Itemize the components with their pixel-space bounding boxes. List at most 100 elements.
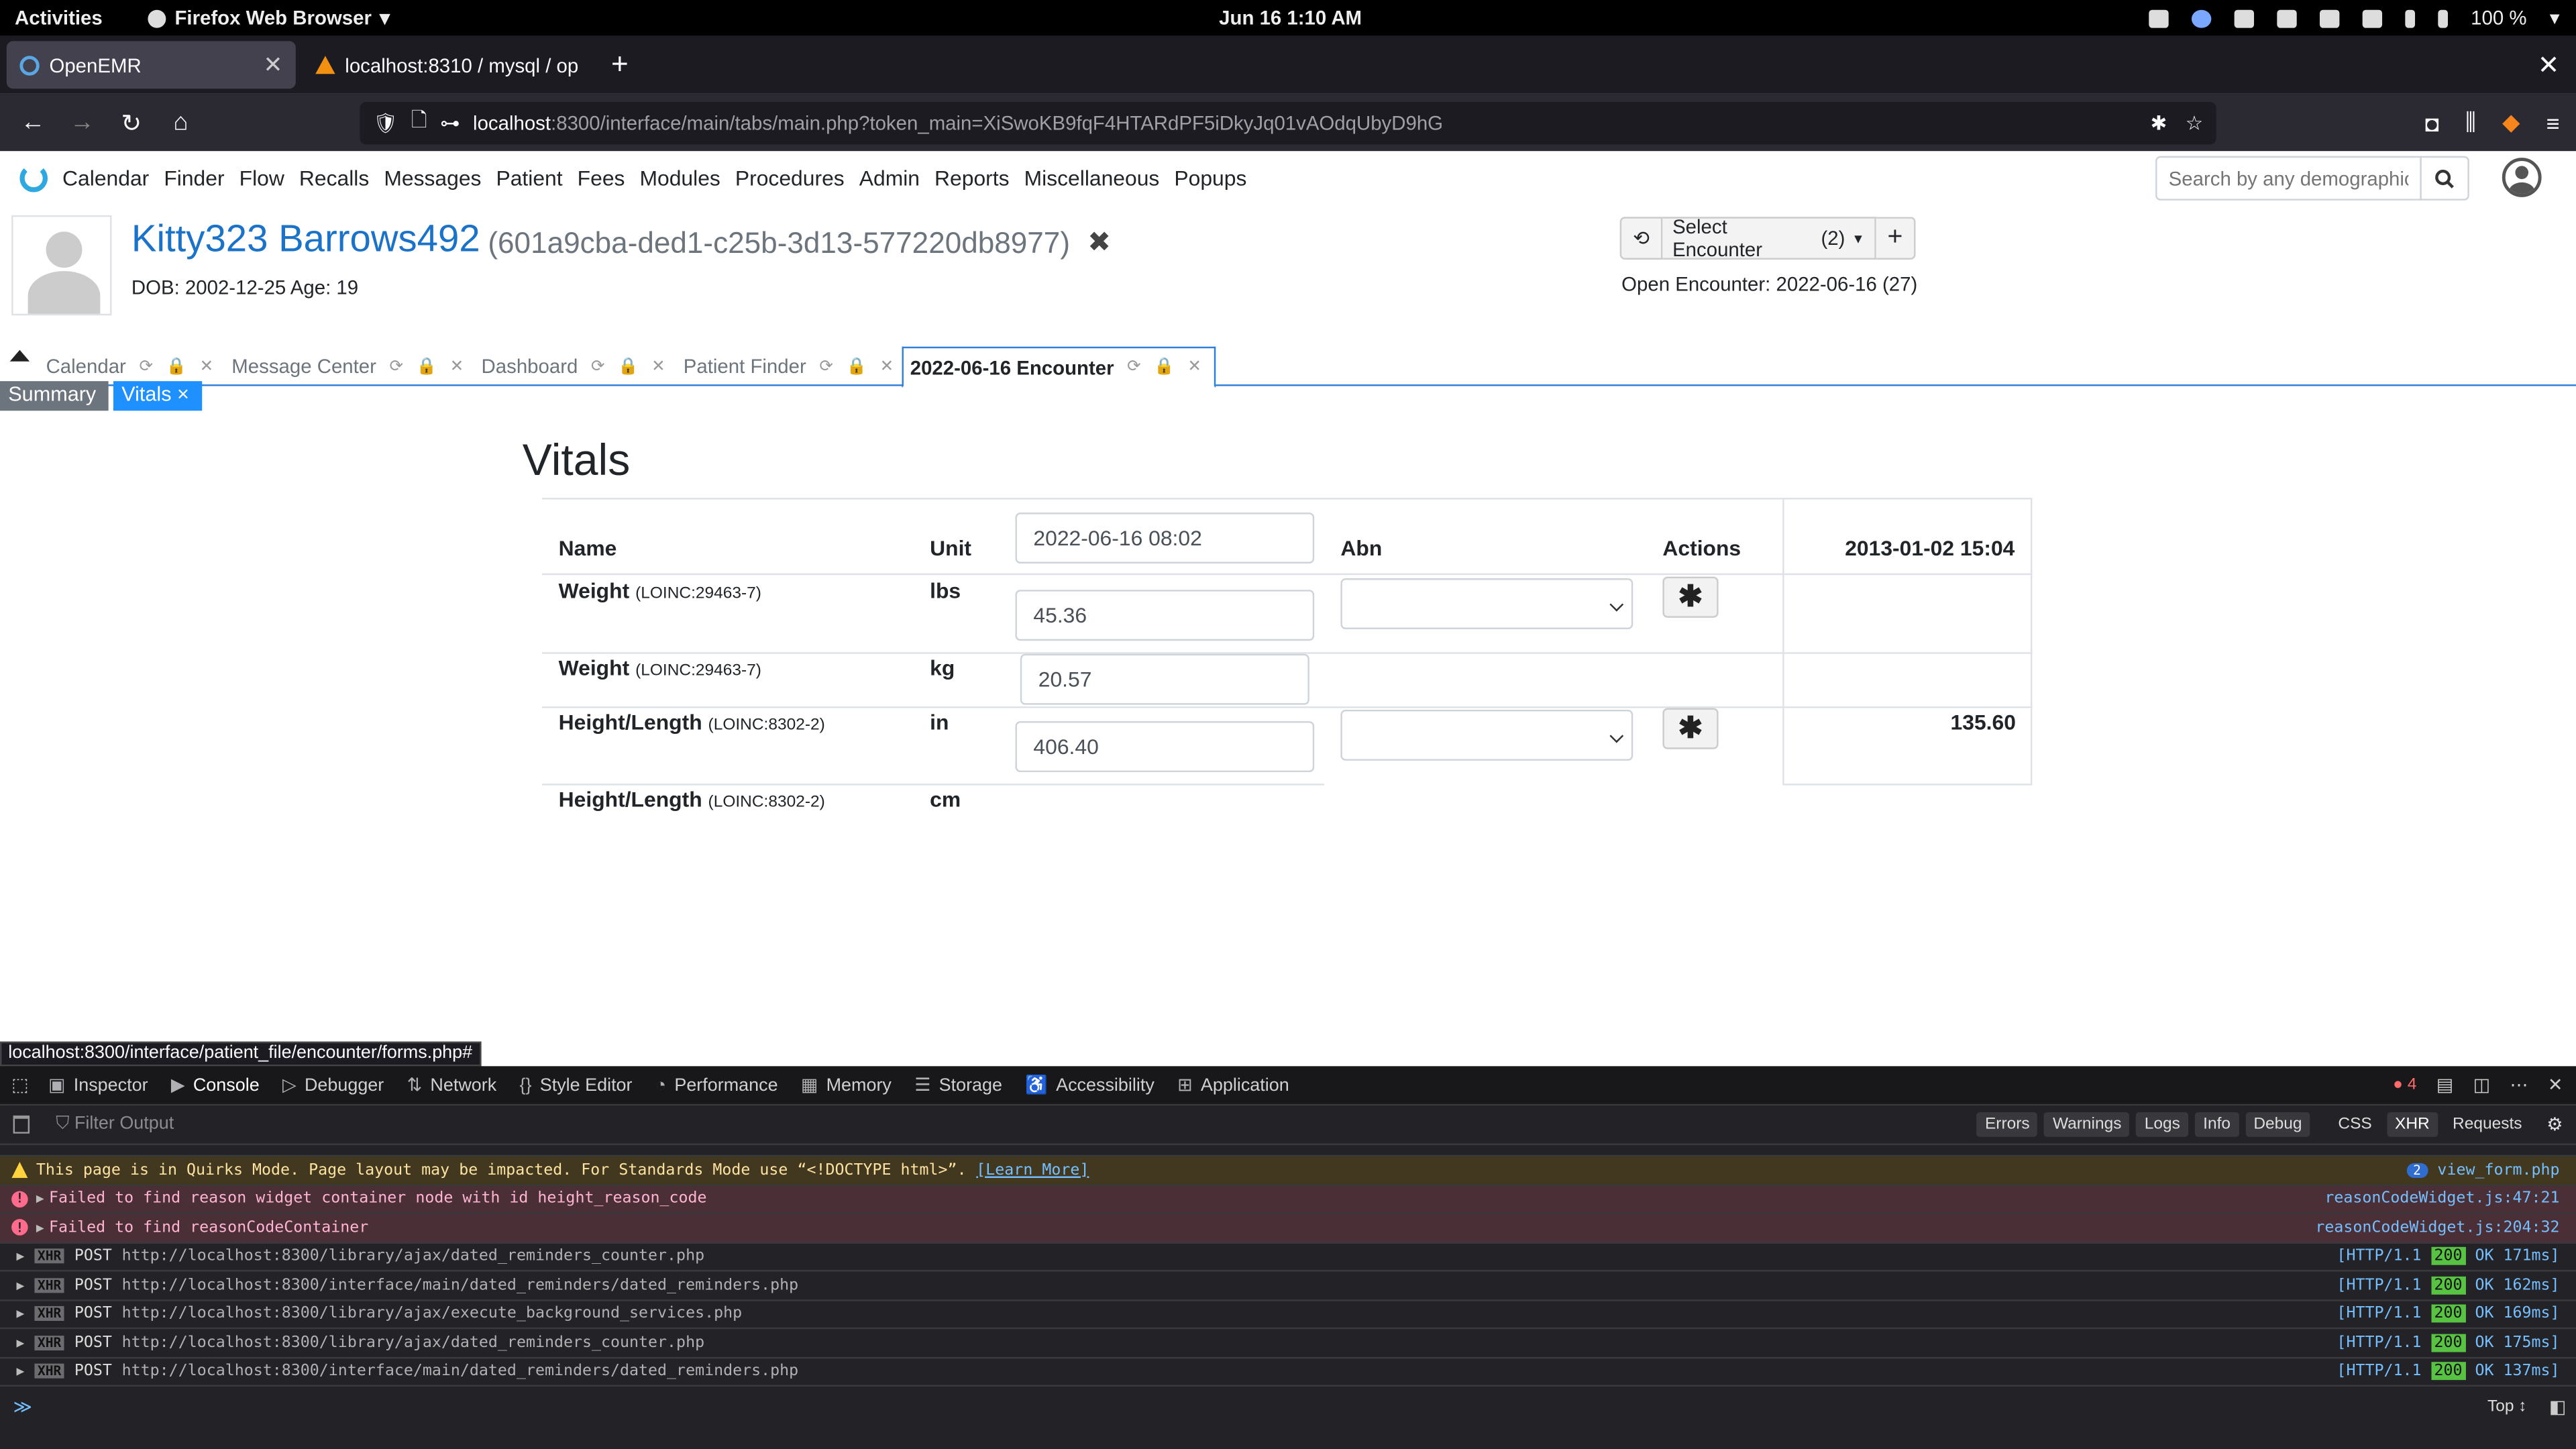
menu-recalls[interactable]: Recalls [299,166,369,191]
devtools-tab-storage[interactable]: ☰ Storage [914,1075,1002,1096]
filter-warnings-button[interactable]: Warnings [2044,1112,2130,1137]
tab-calendar[interactable]: Calendar ⟳ 🔒 ✕ [36,347,214,386]
close-icon[interactable]: ✕ [880,358,894,376]
openemr-logo-icon[interactable] [19,164,48,193]
close-icon[interactable]: ✕ [651,358,665,376]
collapse-header-icon[interactable] [9,350,30,362]
xhr-request-row[interactable]: ▶ XHR POST http://localhost:8300/library… [0,1329,2576,1358]
home-icon[interactable]: ⌂ [158,109,204,137]
xhr-request-row[interactable]: ▶ XHR POST http://localhost:8300/library… [0,1300,2576,1330]
refresh-icon[interactable]: ⟳ [139,358,153,376]
element-picker-icon[interactable]: ⬚ [11,1075,28,1095]
devtools-tab-memory[interactable]: ▦ Memory [801,1075,892,1096]
error-count-badge[interactable]: ● 4 [2393,1076,2416,1094]
tab-encounter[interactable]: 2022-06-16 Encounter ⟳ 🔒 ✕ [902,346,1216,388]
filter-info-button[interactable]: Info [2194,1112,2239,1137]
filter-requests-button[interactable]: Requests [2445,1112,2530,1137]
tab-patient-finder[interactable]: Patient Finder ⟳ 🔒 ✕ [674,347,894,386]
lock-icon[interactable]: 🔒 [618,358,638,376]
tab-message-center[interactable]: Message Center ⟳ 🔒 ✕ [222,347,464,386]
refresh-icon[interactable]: ⟳ [819,358,833,376]
dock-icon[interactable]: ◫ [2473,1075,2490,1095]
weight-kg-input[interactable]: 20.57 [1020,653,1309,705]
devtools-tab-accessibility[interactable]: ♿ Accessibility [1025,1075,1155,1096]
vitals-date-input[interactable]: 2022-06-16 08:02 [1015,513,1315,564]
filter-debug-button[interactable]: Debug [2245,1112,2310,1137]
demographics-search-input[interactable] [2155,156,2422,201]
tab-dashboard[interactable]: Dashboard ⟳ 🔒 ✕ [472,347,665,386]
app-menu[interactable]: Firefox Web Browser ▾ [148,7,390,30]
menu-fees[interactable]: Fees [578,166,625,191]
request-url[interactable]: http://localhost:8300/library/ajax/dated… [122,1247,704,1265]
console-input-line[interactable]: ≫ Top ↕ ◧ [0,1391,2576,1421]
close-icon[interactable]: ✕ [1187,358,1201,376]
menu-miscellaneous[interactable]: Miscellaneous [1024,166,1160,191]
split-console-icon[interactable]: ▤ [2436,1075,2453,1095]
lock-icon[interactable]: 🔒 [166,358,186,376]
lock-icon[interactable]: 🔒 [847,358,867,376]
activities-button[interactable]: Activities [15,7,103,30]
refresh-icon[interactable]: ⟳ [1127,358,1141,376]
height-in-input[interactable]: 406.40 [1015,721,1315,773]
refresh-icon[interactable]: ⟳ [591,358,605,376]
menu-patient[interactable]: Patient [496,166,562,191]
bug-icon[interactable]: ✱ [2151,111,2167,133]
filter-errors-button[interactable]: Errors [1976,1112,2038,1137]
browser-tab-phpmyadmin[interactable]: localhost:8310 / mysql / op [303,41,592,89]
expand-arrow-icon[interactable]: ▶ [16,1364,24,1379]
system-tray[interactable]: 100 % ▾ [2149,7,2560,30]
close-icon[interactable]: ✕ [450,358,464,376]
request-url[interactable]: http://localhost:8300/interface/main/dat… [122,1362,799,1381]
close-patient-icon[interactable]: ✖ [1087,227,1111,260]
subtab-vitals[interactable]: Vitals × [113,381,203,411]
menu-popups[interactable]: Popups [1174,166,1246,191]
height-actions-button[interactable]: ✱ [1662,708,1719,749]
select-encounter-dropdown[interactable]: Select Encounter (2) ▼ [1662,215,1876,261]
forward-arrow-icon[interactable]: → [59,109,105,137]
library-icon[interactable]: ⫼ [2465,109,2476,137]
patient-name-link[interactable]: Kitty323 Barrows492 [131,217,480,261]
bookmark-star-icon[interactable]: ☆ [2186,111,2203,133]
filter-xhr-button[interactable]: XHR [2386,1112,2438,1137]
menu-procedures[interactable]: Procedures [735,166,845,191]
devtools-tab-network[interactable]: ⇅ Network [407,1075,497,1096]
hamburger-menu-icon[interactable]: ≡ [2546,109,2560,136]
console-error-row[interactable]: ! ▶ Failed to find reason widget contain… [0,1185,2576,1214]
request-url[interactable]: http://localhost:8300/interface/main/dat… [122,1276,799,1294]
reload-icon[interactable]: ↻ [109,107,155,138]
error-source-link[interactable]: reasonCodeWidget.js:47:21 [2324,1190,2559,1208]
lock-icon[interactable]: 🔒 [417,358,437,376]
filter-css-button[interactable]: CSS [2330,1112,2380,1137]
url-bar[interactable]: 🛡 🗋 ⊶ localhost:8300/interface/main/tabs… [360,101,2216,144]
browser-tab-openemr[interactable]: OpenEMR ✕ [6,41,296,89]
metamask-icon[interactable]: ◆ [2502,109,2520,137]
clock[interactable]: Jun 16 1:10 AM [1219,7,1362,30]
request-url[interactable]: http://localhost:8300/library/ajax/execu… [122,1305,742,1323]
clear-console-icon[interactable] [13,1115,30,1134]
expand-arrow-icon[interactable]: ▶ [16,1307,24,1322]
devtools-tab-style-editor[interactable]: {} Style Editor [519,1075,632,1095]
more-options-icon[interactable]: ⋯ [2510,1075,2528,1095]
menu-calendar[interactable]: Calendar [62,166,149,191]
close-devtools-icon[interactable]: ✕ [2548,1075,2563,1095]
menu-finder[interactable]: Finder [164,166,224,191]
menu-reports[interactable]: Reports [934,166,1010,191]
close-icon[interactable]: ✕ [263,51,282,79]
console-warning-row[interactable]: This page is in Quirks Mode. Page layout… [0,1157,2576,1185]
shield-icon[interactable]: 🛡 [373,111,398,133]
user-avatar-icon[interactable] [2502,158,2542,197]
devtools-tab-debugger[interactable]: ▷ Debugger [282,1075,384,1096]
xhr-request-row[interactable]: ▶ XHR POST http://localhost:8300/interfa… [0,1272,2576,1301]
devtools-tab-application[interactable]: ⊞ Application [1177,1075,1289,1096]
devtools-tab-inspector[interactable]: ▣ Inspector [48,1075,148,1096]
menu-messages[interactable]: Messages [384,166,481,191]
encounter-history-button[interactable]: ⟲ [1619,217,1663,260]
back-arrow-icon[interactable]: ← [10,109,56,137]
window-close-icon[interactable]: ✕ [2538,48,2560,81]
xhr-request-row[interactable]: ▶ XHR POST http://localhost:8300/interfa… [0,1358,2576,1387]
console-error-row[interactable]: ! ▶ Failed to find reasonCodeContainer r… [0,1214,2576,1243]
error-source-link[interactable]: reasonCodeWidget.js:204:32 [2315,1219,2559,1237]
devtools-tab-performance[interactable]: ◔ Performance [655,1075,778,1095]
search-button[interactable] [2420,156,2469,201]
expand-arrow-icon[interactable]: ▶ [36,1220,44,1235]
